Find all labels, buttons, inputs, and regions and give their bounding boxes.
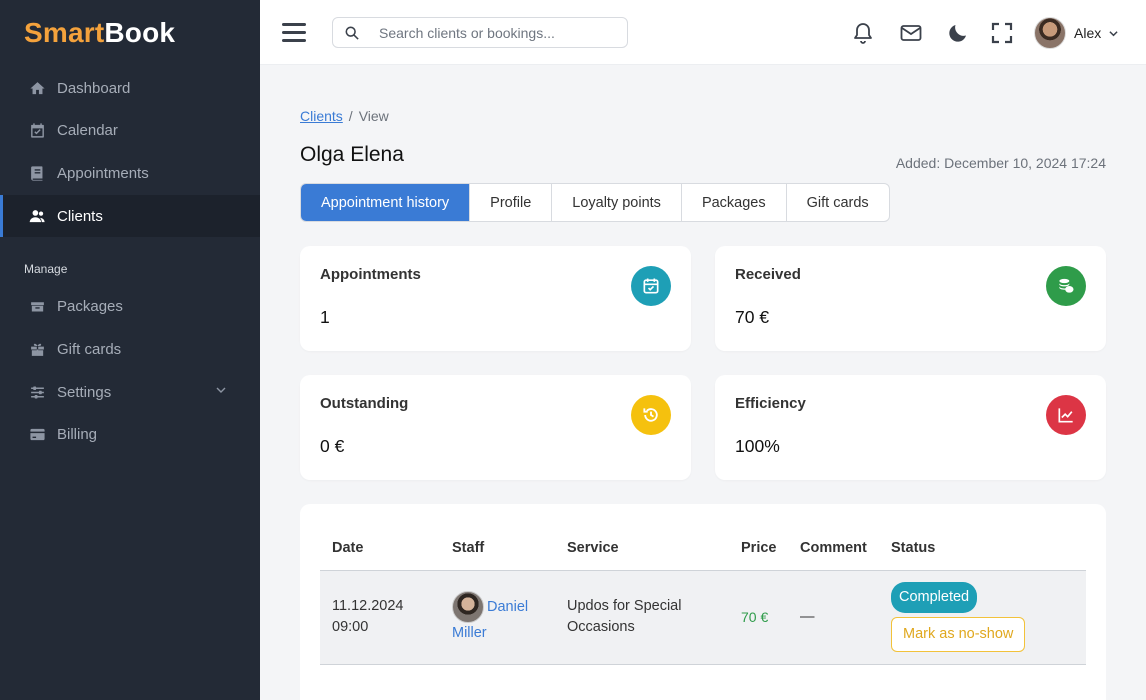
stat-label: Outstanding [320,395,409,412]
appointments-table-card: Date Staff Service Price Comment Status … [300,504,1106,700]
staff-link-first[interactable]: Daniel [487,598,528,614]
credit-card-icon [28,425,46,443]
breadcrumb: Clients / View [300,108,389,124]
sidebar: SmartBook Dashboard Calendar Appointment… [0,0,260,700]
appointments-table: Date Staff Service Price Comment Status … [320,527,1086,665]
cell-service: Updos for Special Occasions [555,570,729,665]
column-header-date: Date [320,527,440,571]
search-box[interactable] [332,17,628,48]
sidebar-item-gift-cards[interactable]: Gift cards [0,328,260,370]
stat-value: 100% [735,436,780,456]
sidebar-item-billing[interactable]: Billing [0,413,260,455]
sidebar-item-packages[interactable]: Packages [0,285,260,327]
calendar-check-icon [631,266,671,306]
stat-card-appointments: Appointments 1 [300,246,691,351]
cell-comment: — [788,570,879,665]
topbar: Alex [260,0,1146,65]
added-timestamp: Added: December 10, 2024 17:24 [895,155,1106,171]
stat-card-outstanding: Outstanding 0 € [300,375,691,480]
sidebar-item-label: Dashboard [57,79,131,97]
sidebar-item-label: Gift cards [57,340,122,358]
page-title: Olga Elena [300,143,404,166]
bell-icon[interactable] [850,20,876,46]
sidebar-item-calendar[interactable]: Calendar [0,109,260,151]
sidebar-item-label: Packages [57,297,123,315]
tab-profile[interactable]: Profile [469,184,551,221]
sidebar-item-appointments[interactable]: Appointments [0,152,260,194]
sidebar-item-label: Appointments [57,164,149,182]
sidebar-item-settings[interactable]: Settings [0,371,260,413]
brand-logo[interactable]: SmartBook [24,17,175,49]
users-icon [28,207,46,225]
gift-icon [28,340,46,358]
chevron-down-icon[interactable] [1109,29,1118,38]
staff-link-last[interactable]: Miller [452,623,555,644]
sidebar-item-label: Billing [57,425,98,443]
appointment-time: 09:00 [332,619,369,635]
fullscreen-icon[interactable] [989,20,1015,46]
cell-status: Completed Mark as no-show [879,570,1086,665]
tab-packages[interactable]: Packages [680,184,786,221]
stat-label: Appointments [320,266,421,283]
coins-icon [1046,266,1086,306]
tab-gift-cards[interactable]: Gift cards [785,184,889,221]
client-tabs: Appointment history Profile Loyalty poin… [300,183,890,222]
sidebar-item-label: Calendar [57,121,118,139]
moon-icon[interactable] [945,20,971,46]
avatar[interactable] [1034,17,1066,49]
column-header-comment: Comment [788,527,879,571]
sidebar-item-dashboard[interactable]: Dashboard [0,67,260,109]
search-icon [345,26,359,40]
sidebar-item-label: Clients [57,207,103,225]
home-icon [28,79,46,97]
cell-price: 70 € [729,570,788,665]
stat-value: 70 € [735,307,770,327]
mark-no-show-button[interactable]: Mark as no-show [891,617,1026,652]
sidebar-item-label: Settings [57,383,112,401]
stat-card-received: Received 70 € [715,246,1106,351]
stat-card-efficiency: Efficiency 100% [715,375,1106,480]
column-header-service: Service [555,527,729,571]
breadcrumb-link-clients[interactable]: Clients [300,108,343,124]
column-header-price: Price [729,527,788,571]
table-row: 11.12.2024 09:00 Daniel Miller Updos for… [320,570,1086,665]
sidebar-section-label: Manage [24,262,68,276]
menu-toggle-icon[interactable] [282,23,306,43]
calendar-icon [28,121,46,139]
sidebar-item-clients[interactable]: Clients [0,195,260,237]
book-icon [28,164,46,182]
chart-line-icon [1046,395,1086,435]
history-icon [631,395,671,435]
stat-label: Efficiency [735,395,806,412]
cell-staff: Daniel Miller [440,570,555,665]
brand-part-2: Book [104,17,176,48]
tab-appointment-history[interactable]: Appointment history [301,184,470,221]
stat-value: 0 € [320,436,345,456]
brand-part-1: Smart [24,17,105,48]
search-input[interactable] [379,24,609,41]
chevron-down-icon [216,387,226,393]
user-name[interactable]: Alex [1074,25,1101,41]
staff-avatar [452,590,484,623]
status-badge: Completed [891,582,978,613]
breadcrumb-separator: / [348,108,353,124]
breadcrumb-current: View [358,108,389,124]
mail-icon[interactable] [898,20,924,46]
stat-label: Received [735,266,801,283]
cell-date: 11.12.2024 09:00 [320,570,440,665]
column-header-status: Status [879,527,1086,571]
column-header-staff: Staff [440,527,555,571]
tab-loyalty-points[interactable]: Loyalty points [551,184,681,221]
sliders-icon [28,383,46,401]
stat-value: 1 [320,307,330,327]
package-icon [28,297,46,315]
appointment-date: 11.12.2024 [332,598,404,614]
